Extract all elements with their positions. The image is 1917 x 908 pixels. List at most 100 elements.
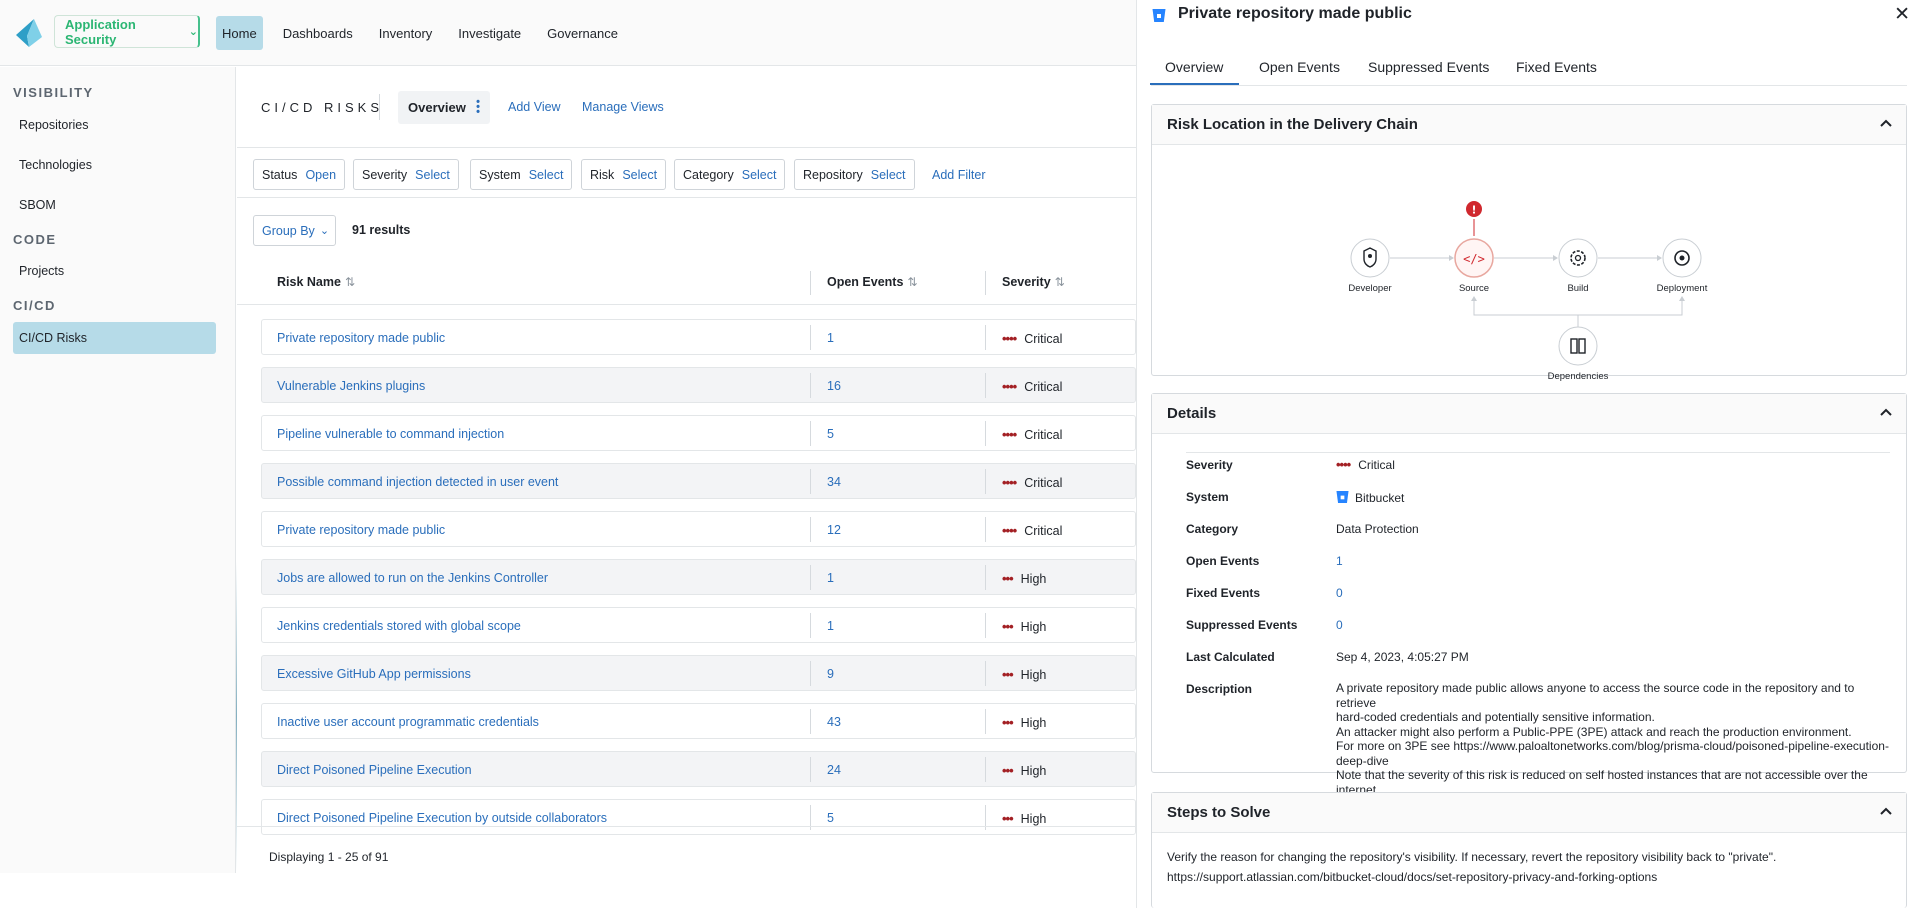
chevron-down-icon: ⌄: [188, 26, 198, 38]
sidebar-section-cicd: CI/CD: [13, 298, 56, 313]
severity-indicator-icon: ••••: [1002, 427, 1017, 442]
filter-severity[interactable]: Severity Select: [353, 159, 459, 190]
logo-icon[interactable]: [16, 19, 42, 47]
steps-text: Verify the reason for changing the repos…: [1167, 847, 1897, 887]
table-row[interactable]: Inactive user account programmatic crede…: [261, 703, 1136, 739]
column-header-severity[interactable]: Severity ⇅: [1002, 275, 1065, 289]
open-events-link[interactable]: 1: [827, 331, 834, 345]
filter-repository[interactable]: Repository Select: [794, 159, 915, 190]
chevron-up-icon[interactable]: [1878, 803, 1894, 819]
risk-name-link[interactable]: Direct Poisoned Pipeline Execution by ou…: [277, 811, 607, 825]
table-row[interactable]: Private repository made public 12 •••• Crit…: [261, 511, 1136, 547]
fixed-events-link[interactable]: 0: [1336, 586, 1896, 601]
sidebar-item-sbom[interactable]: SBOM: [0, 189, 235, 221]
table-row[interactable]: Private repository made public 1 •••• Criti…: [261, 319, 1136, 355]
nav-home[interactable]: Home: [216, 16, 263, 50]
column-header-risk-name[interactable]: Risk Name ⇅: [277, 275, 355, 289]
column-divider[interactable]: [810, 271, 811, 295]
detail-key: System: [1186, 490, 1229, 504]
column-header-open-events[interactable]: Open Events ⇅: [827, 275, 917, 289]
chevron-up-icon[interactable]: [1878, 115, 1894, 131]
add-view-link[interactable]: Add View: [508, 100, 561, 114]
sidebar-item-projects[interactable]: Projects: [0, 255, 235, 287]
open-events-link[interactable]: 16: [827, 379, 841, 393]
manage-views-link[interactable]: Manage Views: [582, 100, 664, 114]
risk-name-link[interactable]: Inactive user account programmatic crede…: [277, 715, 539, 729]
table-row[interactable]: Direct Poisoned Pipeline Execution 24 ••• H…: [261, 751, 1136, 787]
table-row[interactable]: Direct Poisoned Pipeline Execution by ou…: [261, 799, 1136, 835]
open-events-link[interactable]: 9: [827, 667, 834, 681]
group-by-button[interactable]: Group By ⌄: [253, 215, 336, 246]
column-divider[interactable]: [985, 271, 986, 295]
nav-governance[interactable]: Governance: [541, 16, 624, 50]
risk-name-link[interactable]: Excessive GitHub App permissions: [277, 667, 471, 681]
view-tab-overview[interactable]: Overview • • •: [398, 91, 490, 124]
panel-title: Risk Location in the Delivery Chain: [1167, 116, 1418, 133]
filter-category[interactable]: Category Select: [674, 159, 786, 190]
open-events-link[interactable]: 5: [827, 427, 834, 441]
table-row[interactable]: Pipeline vulnerable to command injection…: [261, 415, 1136, 451]
sidebar-item-technologies[interactable]: Technologies: [0, 149, 235, 181]
add-filter-button[interactable]: Add Filter: [932, 168, 986, 182]
open-events-link[interactable]: 1: [827, 619, 834, 633]
open-events-link[interactable]: 12: [827, 523, 841, 537]
table-row[interactable]: Vulnerable Jenkins plugins 16 •••• Critical: [261, 367, 1136, 403]
risk-name-link[interactable]: Direct Poisoned Pipeline Execution: [277, 763, 472, 777]
detail-key: Description: [1186, 682, 1253, 696]
risk-name-link[interactable]: Jobs are allowed to run on the Jenkins C…: [277, 571, 548, 585]
panel-header[interactable]: Steps to Solve: [1152, 793, 1906, 833]
table-row[interactable]: Jenkins credentials stored with global s…: [261, 607, 1136, 643]
suppressed-events-link[interactable]: 0: [1336, 618, 1896, 633]
severity-label: Critical: [1024, 331, 1063, 346]
description-line: An attacker might also perform a Public-…: [1336, 724, 1852, 739]
nav-dashboards[interactable]: Dashboards: [277, 16, 359, 50]
description-line: A private repository made public allows …: [1336, 681, 1855, 710]
risk-name-link[interactable]: Jenkins credentials stored with global s…: [277, 619, 521, 633]
tab-fixed-events[interactable]: Fixed Events: [1516, 59, 1597, 75]
severity-cell: •••• Critical: [1002, 427, 1062, 442]
sort-icon[interactable]: ⇅: [907, 275, 917, 289]
table-row[interactable]: Jobs are allowed to run on the Jenkins C…: [261, 559, 1136, 595]
open-events-link[interactable]: 1: [1336, 554, 1896, 569]
risk-name-link[interactable]: Private repository made public: [277, 331, 445, 345]
open-events-link[interactable]: 34: [827, 475, 841, 489]
open-events-link[interactable]: 43: [827, 715, 841, 729]
open-events-link[interactable]: 24: [827, 763, 841, 777]
sidebar-item-repositories[interactable]: Repositories: [0, 109, 235, 141]
sidebar-section-code: CODE: [13, 232, 57, 247]
open-events-link[interactable]: 5: [827, 811, 834, 825]
risk-name-link[interactable]: Private repository made public: [277, 523, 445, 537]
app-switcher[interactable]: Application Security ⌄: [54, 15, 200, 48]
nav-investigate[interactable]: Investigate: [452, 16, 527, 50]
tab-overview[interactable]: Overview: [1150, 59, 1240, 85]
tab-open-events[interactable]: Open Events: [1259, 59, 1340, 75]
table-row[interactable]: Excessive GitHub App permissions 9 ••• High: [261, 655, 1136, 691]
risk-name-link[interactable]: Vulnerable Jenkins plugins: [277, 379, 425, 393]
column-label: Severity: [1002, 275, 1051, 289]
panel-header[interactable]: Details: [1152, 394, 1906, 434]
close-icon[interactable]: ✕: [1894, 3, 1910, 26]
kebab-menu-icon[interactable]: • • •: [476, 97, 480, 118]
steps-link[interactable]: https://support.atlassian.com/bitbucket-…: [1167, 867, 1897, 887]
column-divider: [985, 709, 986, 734]
panel-header[interactable]: Risk Location in the Delivery Chain: [1152, 105, 1906, 145]
filter-risk[interactable]: Risk Select: [581, 159, 667, 190]
sort-icon[interactable]: ⇅: [1055, 275, 1065, 289]
risk-name-link[interactable]: Possible command injection detected in u…: [277, 475, 558, 489]
column-divider: [985, 421, 986, 446]
column-divider: [985, 517, 986, 542]
chevron-up-icon[interactable]: [1878, 404, 1894, 420]
sort-icon[interactable]: ⇅: [345, 275, 355, 289]
table-row[interactable]: Possible command injection detected in u…: [261, 463, 1136, 499]
filter-system[interactable]: System Select: [470, 159, 573, 190]
severity-label: High: [1020, 667, 1047, 682]
nav-inventory[interactable]: Inventory: [373, 16, 438, 50]
severity-indicator-icon: •••: [1002, 619, 1014, 634]
description-line: deep-dive: [1336, 753, 1389, 768]
filter-status[interactable]: Status Open: [253, 159, 346, 190]
filter-label: Risk: [590, 167, 615, 182]
tab-suppressed-events[interactable]: Suppressed Events: [1368, 59, 1489, 75]
open-events-link[interactable]: 1: [827, 571, 834, 585]
sidebar-item-cicd-risks[interactable]: CI/CD Risks: [13, 322, 216, 354]
risk-name-link[interactable]: Pipeline vulnerable to command injection: [277, 427, 504, 441]
